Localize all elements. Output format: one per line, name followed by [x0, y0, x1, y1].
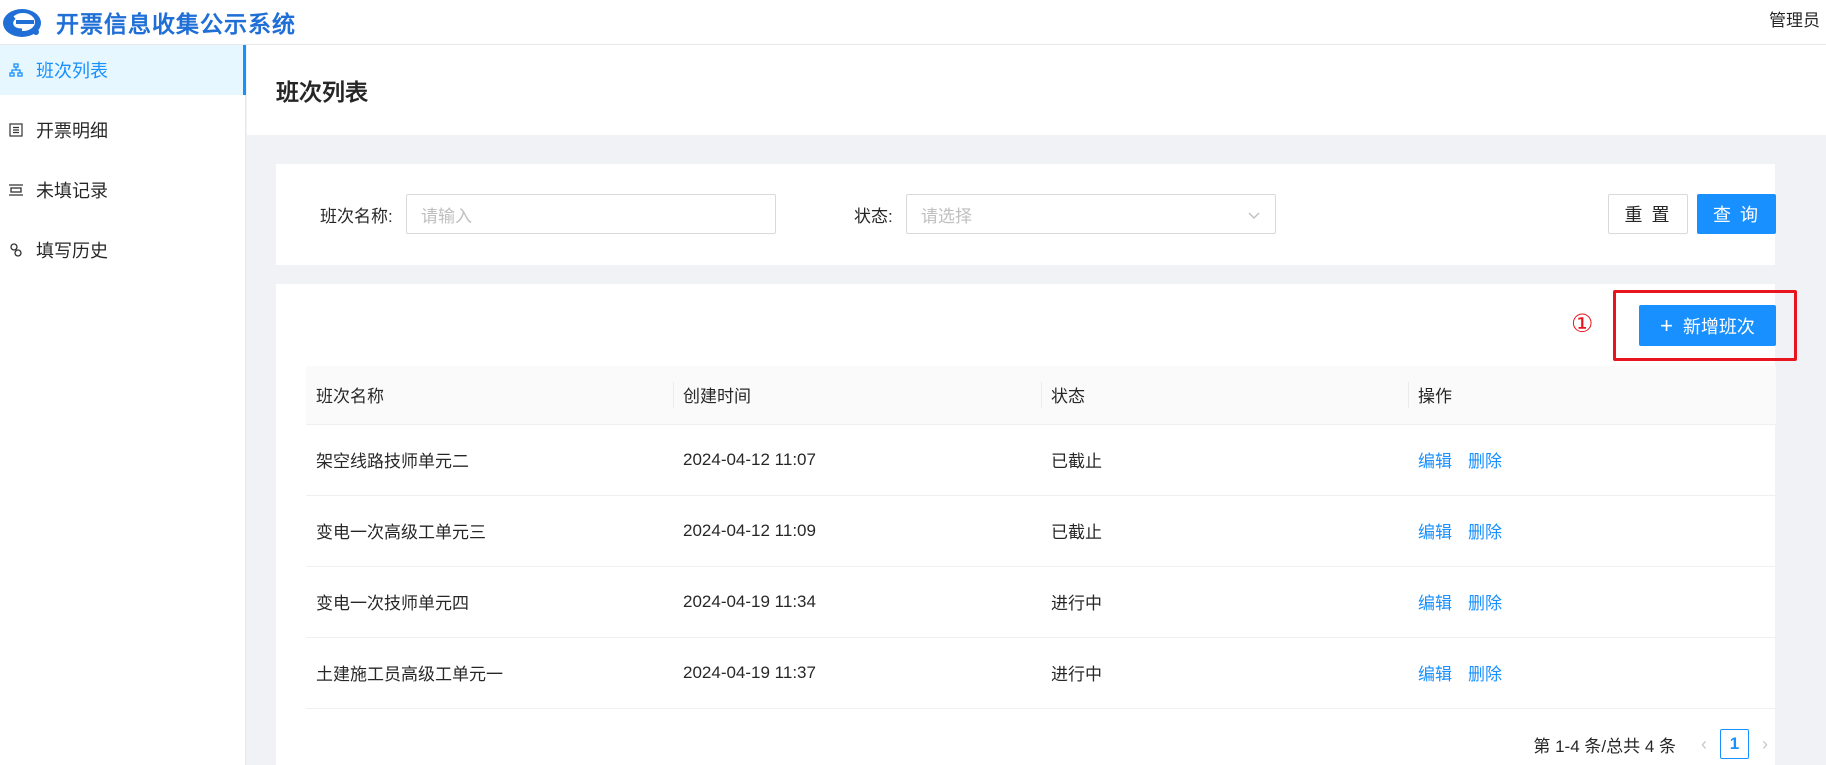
- delete-link[interactable]: 删除: [1468, 665, 1502, 684]
- chevron-right-icon[interactable]: ›: [1755, 730, 1775, 758]
- shift-table: 班次名称 创建时间 状态 操作 架空线路技师单元二 2024-04-12 11:…: [306, 366, 1776, 709]
- pagination-summary: 第 1-4 条/总共 4 条: [1533, 736, 1676, 756]
- user-name[interactable]: 管理员: [1769, 6, 1820, 31]
- history-icon: [8, 242, 24, 258]
- table-header-row: 班次名称 创建时间 状态 操作: [306, 366, 1776, 425]
- cell-created-time: 2024-04-12 11:09: [673, 495, 1041, 567]
- cell-shift-name: 架空线路技师单元二: [306, 424, 673, 496]
- delete-link[interactable]: 删除: [1468, 452, 1502, 471]
- sidebar-item-label: 开票明细: [36, 121, 108, 141]
- shift-name-label: 班次名称:: [320, 207, 393, 226]
- cell-shift-name: 土建施工员高级工单元一: [306, 637, 673, 709]
- cell-actions: 编辑 删除: [1408, 424, 1776, 496]
- logo: 开票信息收集公示系统: [0, 0, 296, 45]
- page-title: 班次列表: [276, 79, 368, 105]
- column-header-name: 班次名称: [306, 366, 673, 425]
- edit-link[interactable]: 编辑: [1418, 523, 1452, 542]
- status-placeholder: 请选择: [921, 206, 972, 226]
- column-header-status: 状态: [1041, 366, 1408, 425]
- table-row: 变电一次技师单元四 2024-04-19 11:34 进行中 编辑 删除: [306, 566, 1776, 638]
- table-row: 架空线路技师单元二 2024-04-12 11:07 已截止 编辑 删除: [306, 424, 1776, 496]
- search-button[interactable]: 查 询: [1697, 194, 1776, 234]
- add-shift-button[interactable]: + 新增班次: [1639, 305, 1776, 346]
- cell-status: 已截止: [1041, 495, 1408, 567]
- table-panel: ① + 新增班次 班次名称 创建时间 状态 操作 架空线路技师单元二 2024-…: [276, 284, 1797, 765]
- sidebar-item-unfilled-records[interactable]: 未填记录: [0, 165, 245, 215]
- edit-link[interactable]: 编辑: [1418, 594, 1452, 613]
- cell-actions: 编辑 删除: [1408, 566, 1776, 638]
- annotation-marker: ①: [1571, 310, 1594, 338]
- pagination: 第 1-4 条/总共 4 条 ‹ 1 ›: [1533, 729, 1775, 759]
- cell-status: 已截止: [1041, 424, 1408, 496]
- delete-link[interactable]: 删除: [1468, 523, 1502, 542]
- edit-link[interactable]: 编辑: [1418, 665, 1452, 684]
- app-title: 开票信息收集公示系统: [56, 11, 296, 37]
- record-icon: [8, 182, 24, 198]
- cell-status: 进行中: [1041, 637, 1408, 709]
- sidebar-item-shift-list[interactable]: 班次列表: [0, 45, 246, 95]
- top-header: 开票信息收集公示系统 管理员: [0, 0, 1826, 45]
- table-row: 土建施工员高级工单元一 2024-04-19 11:37 进行中 编辑 删除: [306, 637, 1776, 709]
- cell-shift-name: 变电一次高级工单元三: [306, 495, 673, 567]
- edit-link[interactable]: 编辑: [1418, 452, 1452, 471]
- chevron-left-icon[interactable]: ‹: [1694, 730, 1714, 758]
- page-number-current[interactable]: 1: [1720, 729, 1749, 759]
- delete-link[interactable]: 删除: [1468, 594, 1502, 613]
- cell-created-time: 2024-04-12 11:07: [673, 424, 1041, 496]
- cell-actions: 编辑 删除: [1408, 637, 1776, 709]
- cell-created-time: 2024-04-19 11:37: [673, 637, 1041, 709]
- cell-actions: 编辑 删除: [1408, 495, 1776, 567]
- reset-button[interactable]: 重 置: [1608, 194, 1688, 234]
- column-header-created: 创建时间: [673, 366, 1041, 425]
- status-label: 状态:: [854, 207, 893, 226]
- sidebar-item-fill-history[interactable]: 填写历史: [0, 225, 245, 275]
- cell-status: 进行中: [1041, 566, 1408, 638]
- sidebar: 班次列表 开票明细 未填记录 填写历史: [0, 45, 246, 765]
- table-row: 变电一次高级工单元三 2024-04-12 11:09 已截止 编辑 删除: [306, 495, 1776, 567]
- page-header: 班次列表: [247, 45, 1826, 135]
- filter-panel: 班次名称: 请输入 状态: 请选择 重 置 查 询: [276, 164, 1776, 265]
- list-icon: [8, 122, 24, 138]
- sidebar-item-label: 班次列表: [36, 61, 108, 81]
- plus-icon: +: [1660, 312, 1673, 338]
- column-header-actions: 操作: [1408, 366, 1776, 425]
- logo-icon: [2, 6, 42, 38]
- add-shift-label: 新增班次: [1682, 316, 1755, 337]
- cell-shift-name: 变电一次技师单元四: [306, 566, 673, 638]
- sidebar-item-label: 填写历史: [36, 241, 108, 261]
- chevron-down-icon: [1247, 207, 1261, 221]
- shift-name-placeholder: 请输入: [421, 206, 472, 226]
- status-select[interactable]: 请选择: [906, 194, 1276, 234]
- cell-created-time: 2024-04-19 11:34: [673, 566, 1041, 638]
- shift-name-input[interactable]: 请输入: [406, 194, 776, 234]
- sidebar-item-invoice-details[interactable]: 开票明细: [0, 105, 245, 155]
- sitemap-icon: [8, 62, 24, 78]
- sidebar-item-label: 未填记录: [36, 181, 108, 201]
